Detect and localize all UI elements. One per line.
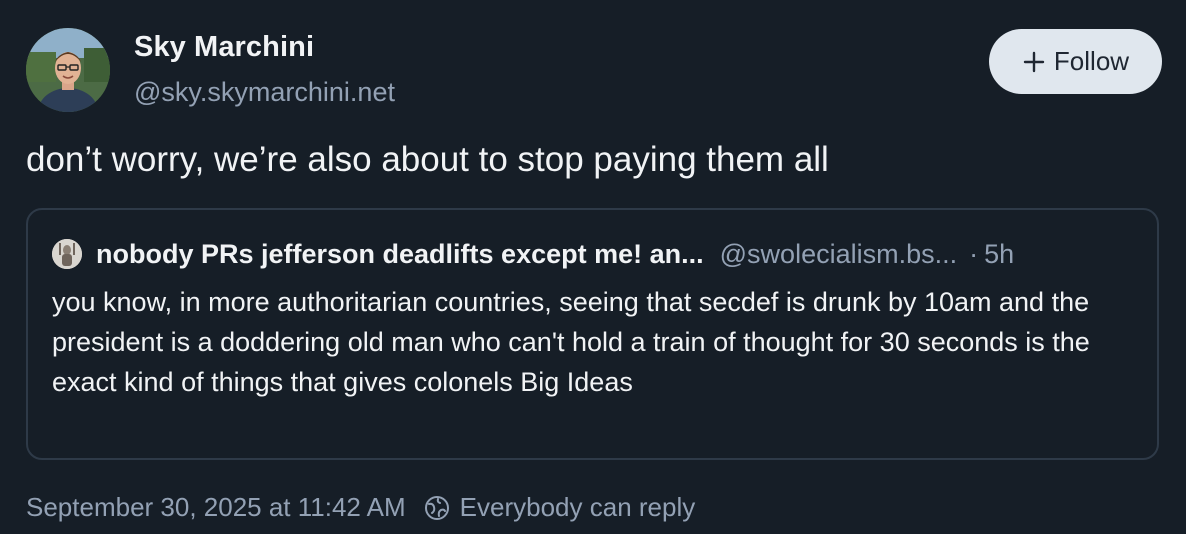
plus-icon <box>1023 51 1045 72</box>
quoted-post[interactable]: nobody PRs jefferson deadlifts except me… <box>26 208 1159 460</box>
author-handle[interactable]: @sky.skymarchini.net <box>134 77 395 108</box>
quoted-author-avatar[interactable] <box>52 239 82 269</box>
separator-dot: · <box>969 238 979 269</box>
post-timestamp: September 30, 2025 at 11:42 AM <box>26 492 406 522</box>
post-footer: September 30, 2025 at 11:42 AM Everybody… <box>26 492 695 523</box>
follow-button-label: Follow <box>1053 46 1130 76</box>
quoted-author-handle[interactable]: @swolecialism.bs... <box>720 239 957 270</box>
author-avatar[interactable] <box>26 28 110 112</box>
post-card: Sky Marchini @sky.skymarchini.net Follow… <box>0 0 1186 534</box>
globe-icon <box>424 495 449 520</box>
quoted-post-time[interactable]: 5h <box>984 239 1014 270</box>
quoted-post-text: you know, in more authoritarian countrie… <box>52 287 1090 397</box>
quoted-avatar-image <box>52 239 82 269</box>
quoted-post-header: nobody PRs jefferson deadlifts except me… <box>52 236 1133 272</box>
follow-button[interactable]: Follow <box>989 29 1162 94</box>
quoted-author-name[interactable]: nobody PRs jefferson deadlifts except me… <box>96 239 704 270</box>
author-name[interactable]: Sky Marchini <box>134 31 314 64</box>
post-text: don’t worry, we’re also about to stop pa… <box>26 140 829 179</box>
avatar-image <box>26 28 110 112</box>
reply-setting[interactable]: Everybody can reply <box>460 492 696 523</box>
